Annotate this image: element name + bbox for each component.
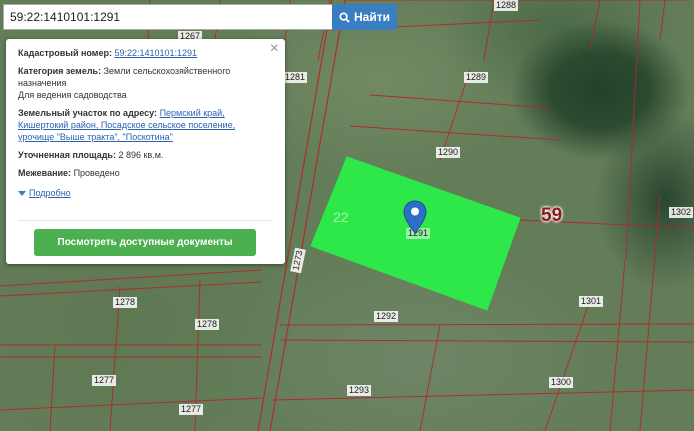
parcel-number: 1277 (92, 375, 117, 386)
survey-row: Межевание: Проведено (18, 167, 273, 179)
survey-value: Проведено (73, 168, 120, 178)
parcel-number: 1301 (579, 296, 604, 307)
location-marker-icon[interactable] (403, 200, 427, 234)
survey-label: Межевание: (18, 168, 72, 178)
divider (18, 220, 273, 221)
parcel-number: 1277 (179, 404, 204, 415)
search-icon (339, 11, 350, 23)
parcel-number: 1288 (494, 0, 519, 11)
search-input[interactable] (3, 4, 332, 30)
area-value: 2 896 кв.м. (118, 150, 164, 160)
address-row: Земельный участок по адресу: Пермский кр… (18, 107, 273, 143)
close-icon[interactable]: × (270, 41, 279, 57)
parcel-info-popup: × Кадастровый номер: 59:22:1410101:1291 … (6, 39, 285, 264)
parcel-number: 1290 (436, 147, 461, 158)
area-label: Уточненная площадь: (18, 150, 116, 160)
details-link[interactable]: Подробно (29, 187, 71, 199)
district-label: 22 (333, 209, 349, 225)
parcel-number: 1278 (195, 319, 220, 330)
land-category-label: Категория земель: (18, 66, 102, 76)
address-label: Земельный участок по адресу: (18, 108, 158, 118)
parcel-number: 1292 (374, 311, 399, 322)
parcel-number: 1300 (549, 377, 574, 388)
parcel-number: 1281 (283, 72, 308, 83)
parcel-number: 1289 (464, 72, 489, 83)
land-usage-value: Для ведения садоводства (18, 90, 127, 100)
details-toggle[interactable]: Подробно (18, 187, 273, 199)
search-bar: Найти (3, 4, 397, 30)
cadastral-number-link[interactable]: 59:22:1410101:1291 (114, 48, 197, 58)
cadastral-number-label: Кадастровый номер: (18, 48, 112, 58)
parcel-number: 1302 (669, 207, 694, 218)
caret-down-icon (18, 190, 26, 196)
search-button[interactable]: Найти (332, 4, 397, 30)
view-documents-button[interactable]: Посмотреть доступные документы (34, 229, 256, 256)
parcel-number: 1278 (113, 297, 138, 308)
cadastral-number-row: Кадастровый номер: 59:22:1410101:1291 (18, 47, 273, 59)
area-row: Уточненная площадь: 2 896 кв.м. (18, 149, 273, 161)
search-button-label: Найти (354, 10, 390, 24)
region-label: 59 (541, 205, 563, 226)
parcel-number: 1293 (347, 385, 372, 396)
land-category-row: Категория земель: Земли сельскохозяйстве… (18, 65, 273, 101)
